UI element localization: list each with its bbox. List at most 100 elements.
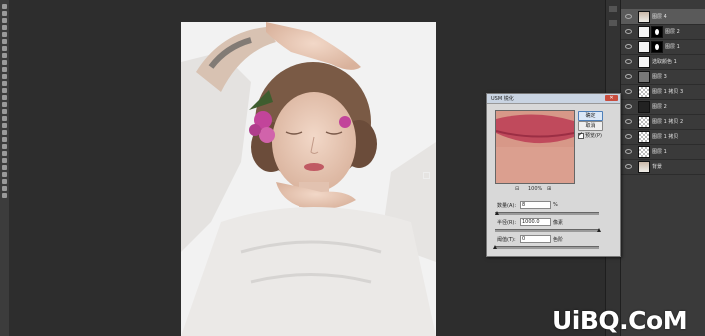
eye-icon[interactable]: [625, 74, 632, 79]
ok-button[interactable]: 确定: [578, 111, 603, 121]
tool-icon[interactable]: [2, 193, 7, 198]
layer-name: 图层 1: [665, 44, 680, 50]
tool-icon[interactable]: [2, 165, 7, 170]
tool-icon[interactable]: [2, 144, 7, 149]
preview-pane[interactable]: [495, 110, 575, 184]
layer-thumbnail: [638, 101, 650, 113]
threshold-label: 阈值(T):: [497, 237, 516, 243]
eye-icon[interactable]: [625, 134, 632, 139]
layer-name: 图层 3: [652, 74, 667, 80]
tool-icon[interactable]: [2, 130, 7, 135]
layer-thumbnail: [638, 26, 650, 38]
photo-canvas[interactable]: [181, 22, 436, 336]
radius-slider-knob[interactable]: [597, 228, 601, 232]
threshold-slider-knob[interactable]: [493, 245, 497, 249]
close-icon[interactable]: ✕: [605, 95, 618, 101]
amount-slider[interactable]: [495, 211, 599, 215]
minus-icon[interactable]: ⊟: [515, 186, 519, 192]
tool-icon[interactable]: [2, 158, 7, 163]
radius-unit: 像素: [553, 220, 564, 226]
layer-row[interactable]: 图层 2: [621, 99, 705, 115]
lips-preview-image: [496, 111, 574, 183]
radius-slider[interactable]: [495, 228, 601, 232]
layer-thumbnail: [638, 131, 650, 143]
tool-icon[interactable]: [2, 95, 7, 100]
layer-name: 图层 2: [652, 104, 667, 110]
layer-row[interactable]: 背景: [621, 159, 705, 175]
tool-icon[interactable]: [2, 4, 7, 9]
tool-icon[interactable]: [2, 151, 7, 156]
selection-marker: [423, 172, 430, 179]
eye-icon[interactable]: [625, 44, 632, 49]
layer-name: 背景: [652, 164, 663, 170]
tool-icon[interactable]: [2, 74, 7, 79]
layer-mask-thumbnail[interactable]: [651, 41, 663, 53]
tool-icon[interactable]: [2, 67, 7, 72]
layer-row[interactable]: 图层 1 拷贝: [621, 129, 705, 145]
dialog-title: USM 锐化: [491, 96, 514, 102]
tool-icon[interactable]: [2, 18, 7, 23]
unsharp-mask-dialog: USM 锐化 ✕ ⊟ 100% ⊞ 确定 取消 预览(P) 数量(A): 8 %…: [486, 93, 621, 257]
threshold-row: 阈值(T): 0 色阶: [497, 235, 563, 243]
tool-icon[interactable]: [2, 53, 7, 58]
tool-icon[interactable]: [2, 179, 7, 184]
tool-icon[interactable]: [2, 25, 7, 30]
layers-panel: 图层 4 图层 2 图层 1 选取颜色 1 图层 3 图层 1 拷贝 3 图层 2 图层 1 …: [620, 0, 705, 336]
preview-label: 预览(P): [585, 133, 602, 139]
tool-icon[interactable]: [2, 116, 7, 121]
tool-icon[interactable]: [2, 81, 7, 86]
layer-row[interactable]: 图层 1: [621, 39, 705, 55]
tool-icon[interactable]: [2, 186, 7, 191]
layer-row[interactable]: 图层 1 拷贝 2: [621, 114, 705, 130]
layer-name: 图层 4: [652, 14, 667, 20]
amount-input[interactable]: 8: [520, 201, 551, 209]
layer-row[interactable]: 图层 3: [621, 69, 705, 85]
eye-icon[interactable]: [625, 119, 632, 124]
eye-icon[interactable]: [625, 149, 632, 154]
layer-row[interactable]: 图层 4: [621, 9, 705, 25]
layer-mask-thumbnail[interactable]: [651, 26, 663, 38]
tool-icon[interactable]: [2, 46, 7, 51]
preview-checkbox-row[interactable]: 预览(P): [578, 131, 602, 139]
tool-icon[interactable]: [2, 102, 7, 107]
threshold-unit: 色阶: [553, 237, 564, 243]
tool-icon[interactable]: [2, 11, 7, 16]
layer-name: 图层 1: [652, 149, 667, 155]
radius-row: 半径(R): 1000.0 像素: [497, 218, 563, 226]
threshold-slider[interactable]: [493, 245, 599, 249]
layer-thumbnail: [638, 11, 650, 23]
eye-icon[interactable]: [625, 14, 632, 19]
tool-icon[interactable]: [2, 109, 7, 114]
eye-icon[interactable]: [625, 59, 632, 64]
cancel-button[interactable]: 取消: [578, 121, 603, 131]
dialog-titlebar[interactable]: USM 锐化 ✕: [487, 94, 620, 104]
eye-icon[interactable]: [625, 29, 632, 34]
tool-icon[interactable]: [2, 88, 7, 93]
layer-name: 图层 2: [665, 29, 680, 35]
amount-slider-knob[interactable]: [495, 211, 500, 215]
eye-icon[interactable]: [625, 164, 632, 169]
tool-icon[interactable]: [2, 32, 7, 37]
dock-handle-icon[interactable]: [609, 6, 617, 12]
layer-name: 图层 1 拷贝 2: [652, 119, 684, 125]
tool-icon[interactable]: [2, 123, 7, 128]
layer-thumbnail: [638, 56, 650, 68]
layer-name: 图层 1 拷贝 3: [652, 89, 684, 95]
threshold-input[interactable]: 0: [520, 235, 551, 243]
tool-icon[interactable]: [2, 137, 7, 142]
layer-thumbnail: [638, 146, 650, 158]
tool-icon[interactable]: [2, 172, 7, 177]
layer-row[interactable]: 选取颜色 1: [621, 54, 705, 70]
layer-thumbnail: [638, 161, 650, 173]
dock-handle-icon[interactable]: [609, 20, 617, 26]
tool-icon[interactable]: [2, 39, 7, 44]
tool-icon[interactable]: [2, 60, 7, 65]
eye-icon[interactable]: [625, 89, 632, 94]
radius-input[interactable]: 1000.0: [520, 218, 551, 226]
eye-icon[interactable]: [625, 104, 632, 109]
layer-row[interactable]: 图层 1: [621, 144, 705, 160]
plus-icon[interactable]: ⊞: [547, 186, 551, 192]
layer-row[interactable]: 图层 2: [621, 24, 705, 40]
layer-row[interactable]: 图层 1 拷贝 3: [621, 84, 705, 100]
preview-checkbox[interactable]: [578, 131, 584, 139]
